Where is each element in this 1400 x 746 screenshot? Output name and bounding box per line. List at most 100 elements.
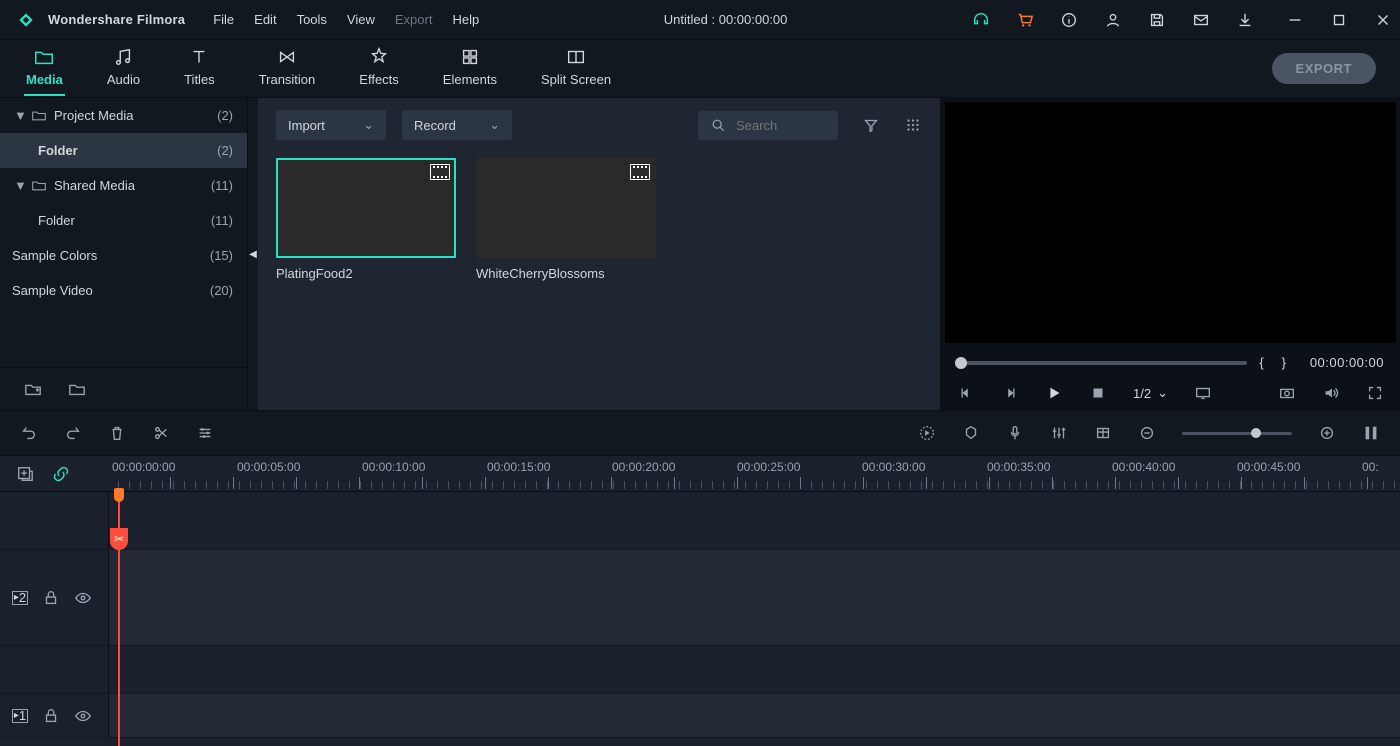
marker-icon[interactable] (962, 424, 980, 442)
timeline-ruler[interactable]: 00:00:00:00 00:00:05:00 00:00:10:00 00:0… (108, 456, 1400, 491)
menu-tools[interactable]: Tools (297, 12, 327, 27)
media-thumb-platingfood2[interactable]: PlatingFood2 (276, 158, 456, 281)
title-bar: Wondershare Filmora File Edit Tools View… (0, 0, 1400, 40)
split-icon[interactable] (152, 424, 170, 442)
sidebar-item-count: (11) (211, 178, 233, 193)
workspace-tabs: Media Audio Titles Transition Effects El… (0, 42, 637, 95)
import-label: Import (288, 118, 325, 133)
snapshot-icon[interactable] (1278, 384, 1296, 402)
tab-transition[interactable]: Transition (257, 42, 318, 95)
zoom-in-icon[interactable] (1318, 424, 1336, 442)
export-button[interactable]: EXPORT (1272, 53, 1376, 84)
add-track-icon[interactable] (16, 465, 34, 483)
media-sidebar: ▼ Project Media (2) Folder (2) ▼ Shared … (0, 98, 248, 410)
record-dropdown[interactable]: Record ⌄ (402, 110, 512, 140)
track-badge[interactable]: ▸1 (12, 709, 28, 723)
account-icon[interactable] (1104, 11, 1122, 29)
cart-icon[interactable] (1016, 11, 1034, 29)
link-icon[interactable] (52, 465, 70, 483)
filmstrip-icon (430, 164, 450, 180)
menu-view[interactable]: View (347, 12, 375, 27)
mark-in-icon[interactable]: { (1259, 355, 1263, 370)
ruler-label: 00:00:20:00 (612, 460, 675, 474)
close-icon[interactable] (1374, 11, 1392, 29)
track-video-1[interactable]: ▸1 (0, 694, 1400, 738)
track-body[interactable] (108, 694, 1400, 737)
play-icon[interactable] (1045, 384, 1063, 402)
save-icon[interactable] (1148, 11, 1166, 29)
sidebar-item-folder-selected[interactable]: Folder (2) (0, 133, 247, 168)
menu-help[interactable]: Help (452, 12, 479, 27)
chevron-down-icon: ⌄ (489, 117, 500, 133)
download-icon[interactable] (1236, 11, 1254, 29)
window-controls (1286, 11, 1392, 29)
stop-icon[interactable] (1089, 384, 1107, 402)
audio-mixer-icon[interactable] (1050, 424, 1068, 442)
delete-icon[interactable] (108, 424, 126, 442)
tab-audio[interactable]: Audio (105, 42, 142, 95)
tab-titles[interactable]: Titles (182, 42, 217, 95)
filter-icon[interactable] (862, 116, 880, 134)
preview-scrub-row: { } 00:00:00:00 (941, 347, 1400, 378)
ruler-label: 00:00:40:00 (1112, 460, 1175, 474)
adjust-icon[interactable] (196, 424, 214, 442)
menu-export: Export (395, 12, 433, 27)
app-name: Wondershare Filmora (48, 12, 185, 27)
menu-file[interactable]: File (213, 12, 234, 27)
import-dropdown[interactable]: Import ⌄ (276, 110, 386, 140)
render-icon[interactable] (918, 424, 936, 442)
redo-icon[interactable] (64, 424, 82, 442)
tab-effects[interactable]: Effects (357, 42, 401, 95)
track-video-2[interactable]: ▸2 (0, 550, 1400, 646)
step-back-icon[interactable] (957, 384, 975, 402)
step-forward-icon[interactable] (1001, 384, 1019, 402)
volume-icon[interactable] (1322, 384, 1340, 402)
new-folder-icon[interactable] (24, 380, 42, 398)
grid-view-icon[interactable] (904, 116, 922, 134)
undo-icon[interactable] (20, 424, 38, 442)
folder-icon (32, 180, 46, 192)
mail-icon[interactable] (1192, 11, 1210, 29)
sidebar-item-sample-colors[interactable]: Sample Colors (15) (0, 238, 247, 273)
sidebar-footer (0, 367, 247, 410)
track-body[interactable] (108, 550, 1400, 645)
preview-viewport[interactable] (945, 102, 1396, 343)
title-action-icons (972, 11, 1254, 29)
sidebar-item-project-media[interactable]: ▼ Project Media (2) (0, 98, 247, 133)
effects-icon (368, 46, 390, 68)
preview-zoom-dropdown[interactable]: 1/2⌄ (1133, 385, 1168, 401)
sidebar-item-sample-video[interactable]: Sample Video (20) (0, 273, 247, 308)
tab-elements[interactable]: Elements (441, 42, 499, 95)
sidebar-collapse-handle[interactable]: ◀ (248, 98, 258, 410)
eye-icon[interactable] (74, 707, 92, 725)
tab-media[interactable]: Media (24, 42, 65, 95)
lock-icon[interactable] (42, 589, 60, 607)
menu-edit[interactable]: Edit (254, 12, 276, 27)
track-badge[interactable]: ▸2 (12, 591, 28, 605)
tab-split-screen[interactable]: Split Screen (539, 42, 613, 95)
middle-area: ▼ Project Media (2) Folder (2) ▼ Shared … (0, 98, 1400, 410)
support-icon[interactable] (972, 11, 990, 29)
mark-out-icon[interactable]: } (1282, 355, 1286, 370)
preview-seek-slider[interactable] (957, 361, 1247, 365)
folder-outline-icon[interactable] (68, 380, 86, 398)
maximize-icon[interactable] (1330, 11, 1348, 29)
timeline-zoom-slider[interactable] (1182, 432, 1292, 435)
eye-icon[interactable] (74, 589, 92, 607)
display-icon[interactable] (1194, 384, 1212, 402)
sidebar-item-shared-media[interactable]: ▼ Shared Media (11) (0, 168, 247, 203)
search-input[interactable] (734, 117, 814, 134)
fit-timeline-icon[interactable] (1362, 424, 1380, 442)
app-logo-icon (16, 10, 36, 30)
search-field[interactable] (698, 111, 838, 140)
crop-icon[interactable] (1094, 424, 1112, 442)
sidebar-item-folder[interactable]: Folder (11) (0, 203, 247, 238)
lock-icon[interactable] (42, 707, 60, 725)
info-icon[interactable] (1060, 11, 1078, 29)
tab-split-label: Split Screen (541, 72, 611, 87)
fullscreen-icon[interactable] (1366, 384, 1384, 402)
minimize-icon[interactable] (1286, 11, 1304, 29)
media-thumb-whitecherryblossoms[interactable]: WhiteCherryBlossoms (476, 158, 656, 281)
zoom-out-icon[interactable] (1138, 424, 1156, 442)
voiceover-icon[interactable] (1006, 424, 1024, 442)
